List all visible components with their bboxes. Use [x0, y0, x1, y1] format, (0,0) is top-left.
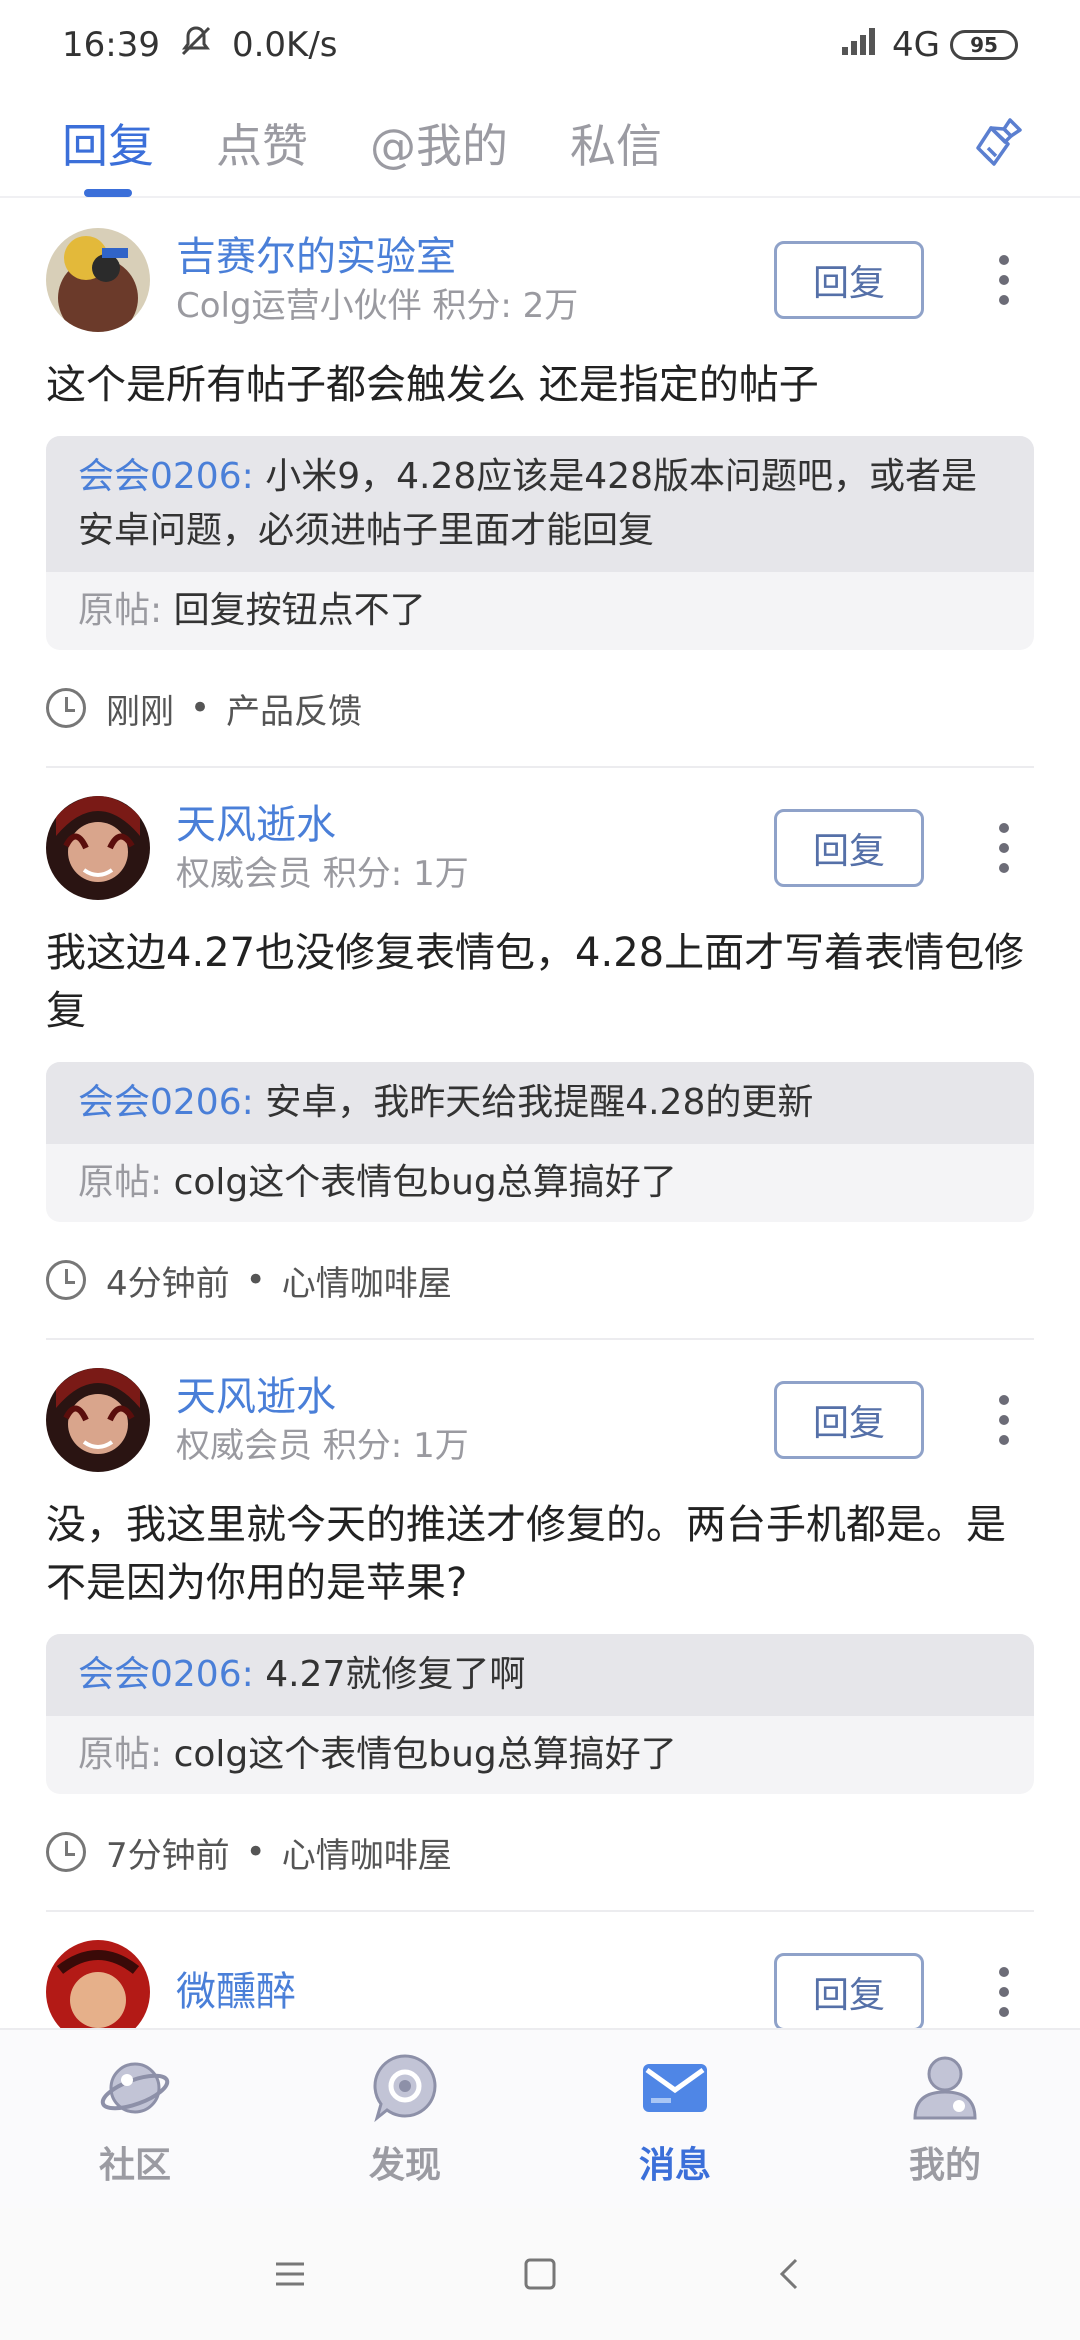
forum-name[interactable]: 心情咖啡屋: [282, 1256, 452, 1305]
nav-label: 社区: [98, 2145, 171, 2186]
tab-private-messages[interactable]: 私信: [570, 89, 662, 197]
status-bar: 16:39 0.0K/s 4G 95: [0, 0, 1080, 90]
origin-post-title: colg这个表情包bug总算搞好了: [173, 1162, 677, 1203]
reply-button[interactable]: 回复: [774, 1953, 924, 2028]
tab-mentions[interactable]: @我的: [370, 89, 508, 197]
tab-likes[interactable]: 点赞: [216, 89, 308, 197]
nav-label: 我的: [908, 2145, 981, 2186]
clock-icon: [46, 688, 86, 728]
separator-dot: •: [245, 1260, 266, 1300]
nav-discover[interactable]: 发现: [270, 2030, 540, 2208]
quoted-comment[interactable]: 会会0206: 小米9，4.28应该是428版本问题吧，或者是安卓问题，必须进帖…: [46, 436, 1034, 650]
nav-label: 发现: [368, 2145, 441, 2186]
user-name[interactable]: 天风逝水: [176, 799, 774, 851]
planet-icon: [97, 2050, 173, 2126]
status-speed: 0.0K/s: [231, 25, 338, 65]
reply-button[interactable]: 回复: [774, 809, 924, 887]
nav-messages[interactable]: 消息: [540, 2030, 810, 2208]
nav-profile[interactable]: 我的: [810, 2030, 1080, 2208]
status-time: 16:39: [62, 25, 160, 65]
profile-icon: [907, 2050, 983, 2126]
avatar[interactable]: [46, 1368, 150, 1472]
reply-feed[interactable]: 吉赛尔的实验室 Colg运营小伙伴 积分: 2万 回复 这个是所有帖子都会触发么…: [0, 200, 1080, 2028]
mute-icon: [178, 23, 214, 68]
user-meta: 权威会员 积分: 1万: [176, 1426, 469, 1466]
menu-icon[interactable]: [270, 2254, 310, 2294]
avatar[interactable]: [46, 1940, 150, 2028]
origin-label: 原帖:: [78, 1162, 163, 1203]
system-nav-bar: [0, 2208, 1080, 2340]
quoted-comment[interactable]: 会会0206: 安卓，我昨天给我提醒4.28的更新 原帖: colg这个表情包b…: [46, 1062, 1034, 1222]
origin-label: 原帖:: [78, 1734, 163, 1775]
reply-footer: 刚刚 • 产品反馈: [46, 650, 1034, 766]
message-tabs: 回复 点赞 @我的 私信: [0, 90, 1080, 198]
separator-dot: •: [190, 688, 211, 728]
home-icon[interactable]: [520, 2254, 560, 2294]
more-options-icon[interactable]: [974, 1380, 1034, 1460]
reply-time: 刚刚: [106, 691, 174, 732]
battery-level: 95: [970, 33, 998, 57]
origin-label: 原帖:: [78, 590, 163, 631]
reply-card: 微醺醉 回复: [0, 1912, 1080, 2028]
nav-label: 消息: [638, 2145, 711, 2186]
more-options-icon[interactable]: [974, 240, 1034, 320]
tab-reply[interactable]: 回复: [62, 89, 154, 197]
clock-icon: [46, 1260, 86, 1300]
user-meta: 权威会员 积分: 1万: [176, 854, 469, 894]
user-name[interactable]: 天风逝水: [176, 1371, 774, 1423]
reply-button[interactable]: 回复: [774, 241, 924, 319]
avatar[interactable]: [46, 796, 150, 900]
bottom-nav: 社区 发现 消息 我的: [0, 2028, 1080, 2208]
quoted-text: 4.27就修复了啊: [265, 1654, 526, 1695]
mail-icon: [637, 2050, 713, 2126]
forum-name[interactable]: 产品反馈: [226, 684, 362, 733]
discover-icon: [367, 2050, 443, 2126]
quoted-user: 会会0206:: [78, 1654, 254, 1695]
reply-content[interactable]: 我这边4.27也没修复表情包，4.28上面才写着表情包修复: [46, 924, 1034, 1040]
quoted-text: 安卓，我昨天给我提醒4.28的更新: [265, 1082, 814, 1123]
reply-footer: 4分钟前 • 心情咖啡屋: [46, 1222, 1034, 1338]
quoted-user: 会会0206:: [78, 456, 254, 497]
network-type: 4G: [892, 25, 940, 65]
origin-post-title: colg这个表情包bug总算搞好了: [173, 1734, 677, 1775]
battery-icon: 95: [950, 30, 1018, 60]
quoted-user: 会会0206:: [78, 1082, 254, 1123]
back-icon[interactable]: [770, 2254, 810, 2294]
signal-icon: [840, 25, 882, 66]
reply-time: 7分钟前: [106, 1835, 230, 1876]
more-options-icon[interactable]: [974, 1952, 1034, 2028]
more-options-icon[interactable]: [974, 808, 1034, 888]
user-meta: Colg运营小伙伴 积分: 2万: [176, 286, 579, 326]
nav-community[interactable]: 社区: [0, 2030, 270, 2208]
clear-broom-icon[interactable]: [970, 114, 1030, 174]
reply-content[interactable]: 没，我这里就今天的推送才修复的。两台手机都是。是不是因为你用的是苹果?: [46, 1496, 1034, 1612]
separator-dot: •: [245, 1832, 266, 1872]
clock-icon: [46, 1832, 86, 1872]
reply-time: 4分钟前: [106, 1263, 230, 1304]
reply-card: 天风逝水 权威会员 积分: 1万 回复 没，我这里就今天的推送才修复的。两台手机…: [0, 1340, 1080, 1912]
reply-content[interactable]: 这个是所有帖子都会触发么 还是指定的帖子: [46, 356, 1034, 414]
reply-card: 吉赛尔的实验室 Colg运营小伙伴 积分: 2万 回复 这个是所有帖子都会触发么…: [0, 200, 1080, 768]
user-name[interactable]: 微醺醉: [176, 1966, 774, 2018]
origin-post-title: 回复按钮点不了: [173, 590, 426, 631]
quoted-comment[interactable]: 会会0206: 4.27就修复了啊 原帖: colg这个表情包bug总算搞好了: [46, 1634, 1034, 1794]
user-name[interactable]: 吉赛尔的实验室: [176, 231, 774, 283]
reply-card: 天风逝水 权威会员 积分: 1万 回复 我这边4.27也没修复表情包，4.28上…: [0, 768, 1080, 1340]
reply-footer: 7分钟前 • 心情咖啡屋: [46, 1794, 1034, 1910]
avatar[interactable]: [46, 228, 150, 332]
reply-button[interactable]: 回复: [774, 1381, 924, 1459]
forum-name[interactable]: 心情咖啡屋: [282, 1828, 452, 1877]
